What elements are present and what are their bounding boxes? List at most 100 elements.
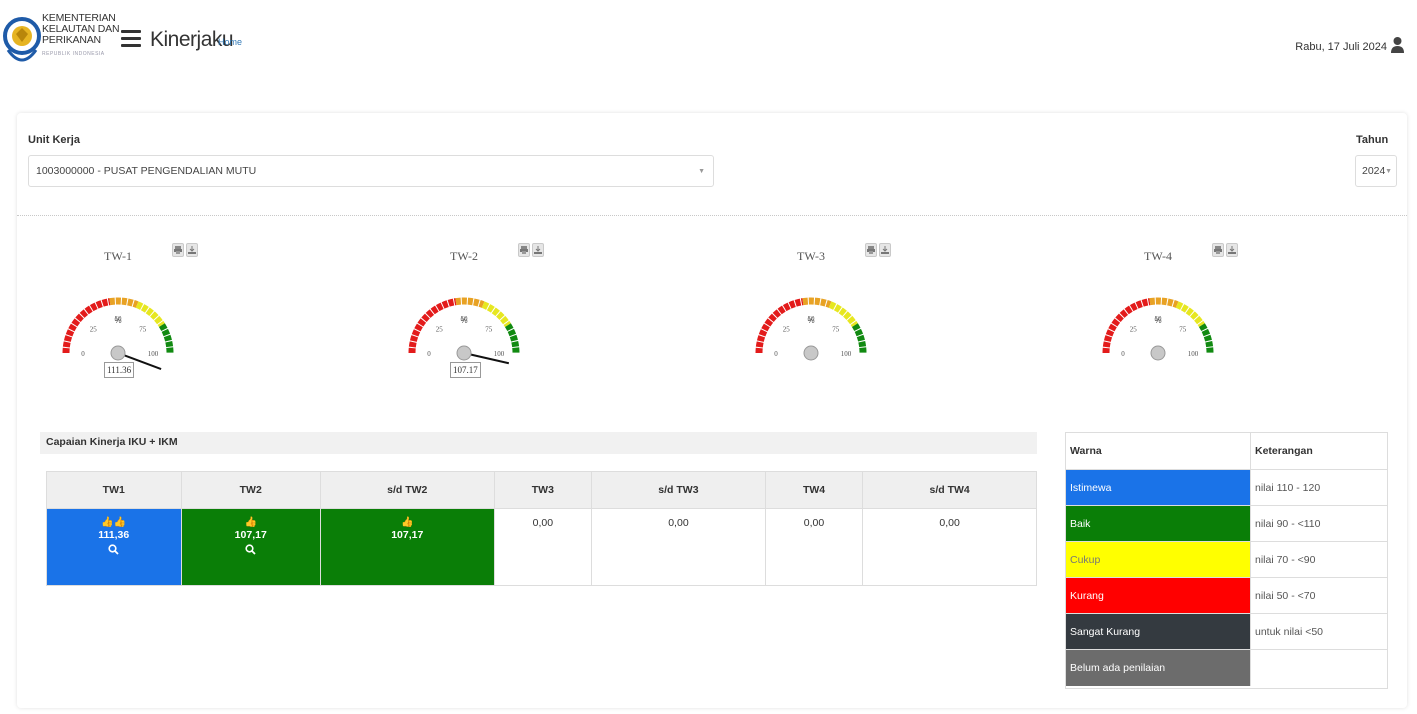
capaian-header: TW2 (180, 471, 321, 509)
legend-warna: Baik (1066, 506, 1250, 541)
gauge-title: TW-4 (1144, 249, 1172, 263)
legend-row: Istimewa nilai 110 - 120 (1066, 470, 1387, 506)
search-icon[interactable] (245, 544, 256, 558)
gauge-band (455, 297, 485, 308)
gauge-band (158, 323, 174, 354)
gauge-title: TW-1 (104, 249, 132, 263)
gauge-band (802, 297, 832, 308)
gauge-tick-label: 25 (90, 325, 98, 333)
gauge-tick-label: 100 (148, 350, 159, 358)
capaian-header: s/d TW4 (862, 471, 1037, 509)
tahun-label: Tahun (1356, 134, 1389, 146)
gauge-band (109, 297, 139, 308)
gauge-band (481, 301, 511, 328)
breadcrumb-home[interactable]: Home (218, 37, 242, 47)
download-icon[interactable] (186, 243, 198, 257)
legend-row: Baik nilai 90 - <110 (1066, 506, 1387, 542)
capaian-value: 107,17 (391, 529, 424, 541)
gauge-toolbar (1212, 243, 1238, 257)
legend-keterangan: nilai 110 - 120 (1250, 470, 1387, 505)
gauge-tick-label: 0 (774, 350, 778, 358)
gauge-value: 107.17 (450, 362, 481, 378)
gauge-4: TW-4 0 25 50 75 100% (1092, 238, 1292, 388)
download-icon[interactable] (532, 243, 544, 257)
search-icon[interactable] (108, 544, 119, 558)
print-icon[interactable] (865, 243, 877, 257)
gauge-tick-label: 75 (832, 325, 840, 333)
capaian-header: TW1 (46, 471, 182, 509)
gauge-band (1175, 301, 1205, 328)
capaian-header: s/d TW2 (319, 471, 495, 509)
gauge-hub (1150, 345, 1166, 361)
top-header: KEMENTERIAN KELAUTAN DAN PERIKANAN REPUB… (0, 0, 1417, 90)
gauge-unit: % (1154, 316, 1161, 325)
gauge-tick-label: 100 (1188, 350, 1199, 358)
gauge-tick-label: 75 (1179, 325, 1187, 333)
capaian-cell: 0,00 (493, 508, 593, 586)
legend-keterangan (1250, 650, 1387, 686)
gauge-3: TW-3 0 25 50 75 100% (745, 238, 945, 388)
gauge-band (1198, 323, 1214, 354)
thumbs-up-icon: 👍👍 (101, 517, 127, 528)
capaian-value: 0,00 (939, 517, 960, 529)
menu-icon[interactable] (121, 30, 141, 48)
gauge-tick-label: 75 (485, 325, 493, 333)
gauge-tick-label: 0 (1121, 350, 1125, 358)
thumbs-up-icon: 👍 (401, 517, 414, 528)
org-name: KEMENTERIAN KELAUTAN DAN PERIKANAN REPUB… (42, 12, 120, 58)
legend-table: Warna Keterangan Istimewa nilai 110 - 120… (1065, 432, 1388, 689)
current-date: Rabu, 17 Juli 2024 (1295, 41, 1387, 53)
gauge-toolbar (172, 243, 198, 257)
print-icon[interactable] (1212, 243, 1224, 257)
user-icon[interactable] (1390, 36, 1405, 54)
legend-col-keterangan: Keterangan (1250, 433, 1387, 469)
unit-kerja-label: Unit Kerja (28, 134, 80, 146)
capaian-cell: 👍 107,17 (180, 508, 321, 586)
unit-kerja-value: 1003000000 - PUSAT PENGENDALIAN MUTU (36, 165, 257, 177)
gauge-band (62, 298, 111, 354)
legend-row: Belum ada penilaian (1066, 650, 1387, 686)
gauge-tick-label: 25 (436, 325, 444, 333)
gauge-band (755, 298, 804, 354)
capaian-table: TW1 TW2 s/d TW2 TW3 s/d TW3 TW4 s/d TW4 👍👍 111,… (46, 471, 1037, 586)
legend-row: Cukup nilai 70 - <90 (1066, 542, 1387, 578)
gauge-tick-label: 100 (841, 350, 852, 358)
gauge-tick-label: 25 (783, 325, 791, 333)
print-icon[interactable] (518, 243, 530, 257)
print-icon[interactable] (172, 243, 184, 257)
gauge-band (135, 301, 165, 328)
gauge-band (1102, 298, 1151, 354)
gauge-hub (803, 345, 819, 361)
tahun-select[interactable]: 2024 ▼ (1355, 155, 1397, 187)
gauge-hub (110, 345, 126, 361)
gauge-hub (456, 345, 472, 361)
gauge-toolbar (518, 243, 544, 257)
download-icon[interactable] (1226, 243, 1238, 257)
gauge-tick-label: 75 (139, 325, 147, 333)
gauge-toolbar (865, 243, 891, 257)
legend-warna: Belum ada penilaian (1066, 650, 1250, 686)
legend-warna: Cukup (1066, 542, 1250, 577)
gauge-unit: % (460, 316, 467, 325)
gauge-unit: % (807, 316, 814, 325)
gauge-tick-label: 0 (81, 350, 85, 358)
gauge-tick-label: 0 (427, 350, 431, 358)
chevron-down-icon: ▼ (1385, 168, 1392, 175)
legend-warna: Sangat Kurang (1066, 614, 1250, 649)
legend-keterangan: nilai 90 - <110 (1250, 506, 1387, 541)
legend-warna: Istimewa (1066, 470, 1250, 505)
legend-row: Kurang nilai 50 - <70 (1066, 578, 1387, 614)
tahun-value: 2024 (1362, 165, 1386, 177)
capaian-header: s/d TW3 (591, 471, 766, 509)
gauge-tick-label: 100 (494, 350, 505, 358)
legend-keterangan: nilai 70 - <90 (1250, 542, 1387, 577)
capaian-value: 111,36 (98, 529, 130, 541)
capaian-header: TW3 (493, 471, 593, 509)
unit-kerja-select[interactable]: 1003000000 - PUSAT PENGENDALIAN MUTU ▼ (28, 155, 714, 187)
gauge-band (408, 298, 457, 354)
capaian-title: Capaian Kinerja IKU + IKM (40, 432, 1037, 454)
download-icon[interactable] (879, 243, 891, 257)
gauge-title: TW-3 (797, 249, 825, 263)
gauge-band (851, 323, 867, 354)
gauge-2: TW-2 0 25 50 75 100% 107.17 (398, 238, 598, 388)
